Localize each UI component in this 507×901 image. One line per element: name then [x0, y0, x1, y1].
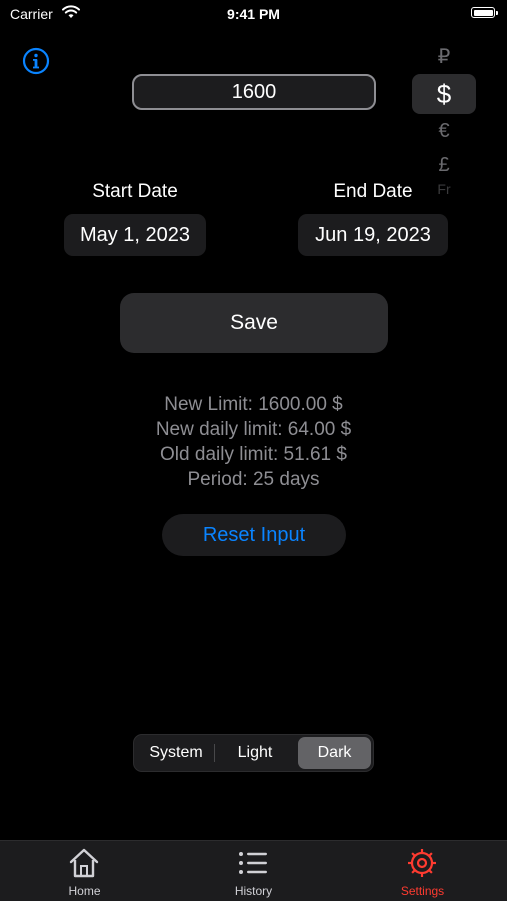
house-icon — [69, 848, 99, 878]
currency-option-ruble[interactable]: ₽ — [412, 40, 476, 74]
status-bar: Carrier 9:41 PM — [0, 0, 507, 30]
list-icon — [239, 852, 267, 874]
tab-home-label: Home — [68, 884, 101, 898]
segment-divider — [214, 744, 215, 762]
battery-icon — [471, 7, 498, 18]
currency-option-pound[interactable]: £ — [412, 148, 476, 182]
end-date-picker[interactable]: Jun 19, 2023 — [298, 214, 448, 256]
appearance-light[interactable]: Light — [216, 737, 294, 769]
clock: 9:41 PM — [227, 6, 280, 22]
appearance-dark[interactable]: Dark — [298, 737, 371, 769]
appearance-segmented-control[interactable]: System Light Dark — [133, 734, 374, 772]
start-date-label: Start Date — [92, 181, 178, 202]
save-button[interactable]: Save — [120, 293, 388, 353]
currency-option-dollar[interactable]: $ — [412, 74, 476, 114]
end-date-label: End Date — [333, 181, 413, 202]
tab-settings-label: Settings — [400, 884, 445, 898]
tab-home[interactable]: Home — [0, 841, 169, 901]
start-date-picker[interactable]: May 1, 2023 — [64, 214, 206, 256]
new-limit-text: New Limit: 1600.00 $ — [164, 394, 343, 415]
old-daily-limit-text: Old daily limit: 51.61 $ — [160, 444, 347, 465]
gear-icon — [408, 849, 436, 877]
limit-summary: New Limit: 1600.00 $ New daily limit: 64… — [0, 392, 507, 492]
tab-settings[interactable]: Settings — [338, 841, 507, 901]
appearance-system[interactable]: System — [138, 737, 214, 769]
limit-input[interactable] — [132, 74, 376, 110]
tab-bar: Home History Settings — [0, 840, 507, 901]
period-text: Period: 25 days — [187, 469, 320, 490]
tab-history-label: History — [234, 884, 273, 898]
currency-option-euro[interactable]: € — [412, 114, 476, 148]
info-icon[interactable] — [22, 47, 50, 75]
new-daily-limit-text: New daily limit: 64.00 $ — [155, 419, 352, 440]
reset-input-button[interactable]: Reset Input — [162, 514, 346, 556]
tab-history[interactable]: History — [169, 841, 338, 901]
currency-picker[interactable]: ₽ $ € £ Fr — [412, 40, 476, 196]
